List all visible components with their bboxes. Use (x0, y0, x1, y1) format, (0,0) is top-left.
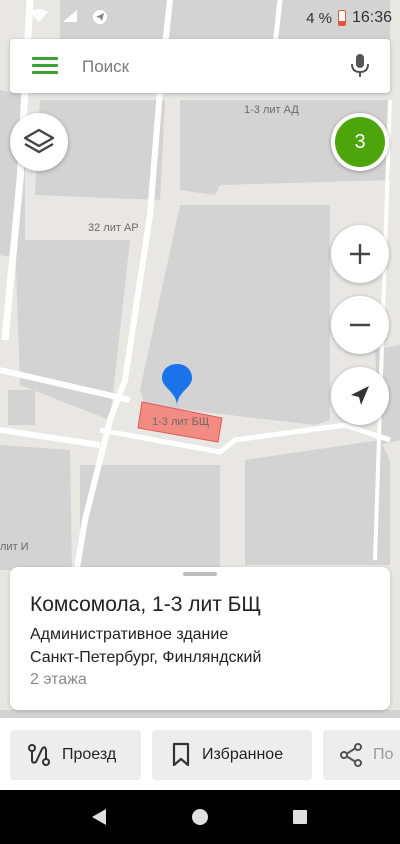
clock: 16:36 (351, 9, 392, 26)
share-label: По (373, 746, 394, 763)
building-block (80, 465, 220, 570)
layers-button[interactable] (10, 113, 68, 171)
status-icons (30, 9, 108, 25)
status-bar: 4 % 16:36 (0, 0, 400, 36)
place-info-card[interactable]: Комсомола, 1-3 лит БЩ Административное з… (10, 567, 390, 710)
route-label: Проезд (62, 746, 117, 763)
back-icon[interactable] (90, 808, 108, 826)
location-pin-icon[interactable] (160, 362, 194, 408)
favorites-label: Избранное (202, 746, 284, 763)
share-button[interactable]: По (323, 730, 400, 780)
results-count: 3 (335, 117, 385, 167)
my-location-button[interactable] (331, 367, 389, 425)
place-type: Административное здание (30, 626, 229, 643)
signal-icon (63, 10, 77, 22)
telegram-icon (93, 10, 107, 24)
share-icon (340, 743, 362, 767)
route-button[interactable]: Проезд (10, 730, 141, 780)
zoom-in-button[interactable] (331, 225, 389, 283)
building-block (8, 390, 35, 425)
system-nav-bar (0, 790, 400, 844)
place-address: Санкт-Петербург, Финляндский (30, 649, 262, 666)
map-label-bshch: 1-3 лит БЩ (152, 416, 210, 428)
home-icon[interactable] (191, 808, 209, 826)
map-label-ar: 32 лит АР (88, 222, 139, 234)
route-icon (28, 744, 50, 766)
microphone-icon[interactable] (350, 53, 370, 79)
battery-icon (337, 10, 346, 26)
drag-handle[interactable] (183, 572, 217, 576)
minus-icon (350, 323, 370, 327)
search-input[interactable] (80, 53, 334, 81)
map-label-ad: 1-3 лит АД (244, 104, 299, 116)
status-right: 4 % 16:36 (306, 9, 392, 27)
wifi-icon (30, 9, 48, 22)
building-block (245, 440, 390, 565)
battery-percent: 4 % (306, 9, 332, 27)
place-floors: 2 этажа (30, 671, 87, 688)
zoom-out-button[interactable] (331, 296, 389, 354)
recents-icon[interactable] (292, 809, 308, 825)
favorites-button[interactable]: Избранное (152, 730, 312, 780)
place-title: Комсомола, 1-3 лит БЩ (30, 593, 262, 616)
results-counter-button[interactable]: 3 (331, 113, 389, 171)
action-bar: Проезд Избранное По (0, 718, 400, 790)
menu-icon[interactable] (32, 57, 58, 75)
plus-icon (350, 244, 370, 264)
map-label-i: лит И (0, 541, 29, 553)
layers-icon (23, 128, 55, 154)
search-bar (10, 39, 390, 93)
bookmark-icon (172, 742, 190, 767)
navigation-arrow-icon (351, 386, 369, 405)
